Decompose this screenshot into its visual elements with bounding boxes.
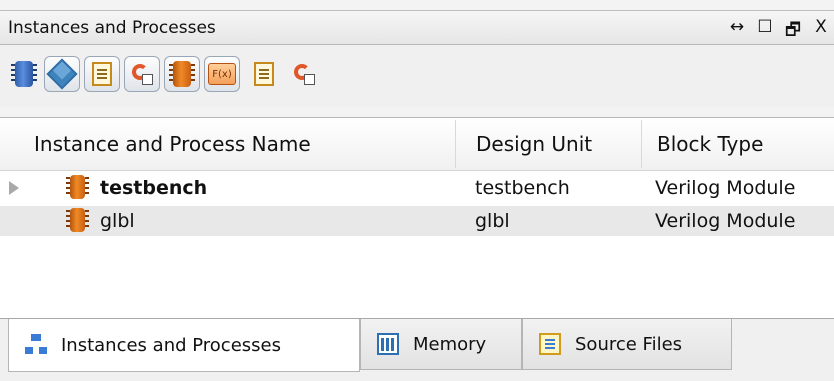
table-row[interactable]: glbl glbl Verilog Module	[0, 206, 834, 236]
refresh-icon	[131, 63, 153, 85]
show-instances-button[interactable]	[164, 56, 200, 92]
memory-icon	[377, 333, 399, 355]
refresh-icon	[293, 63, 315, 85]
open-source-button[interactable]	[246, 56, 282, 92]
column-header-name[interactable]: Instance and Process Name	[34, 132, 311, 156]
restore-icon[interactable]: 🗗	[784, 17, 802, 46]
refresh-button[interactable]	[286, 56, 322, 92]
instances-table: Instance and Process Name Design Unit Bl…	[0, 117, 834, 318]
row-design-unit: testbench	[475, 177, 570, 199]
close-icon[interactable]: X	[812, 17, 830, 46]
tab-instances-and-processes[interactable]: Instances and Processes	[8, 319, 360, 372]
row-instance-name: glbl	[100, 210, 135, 232]
bottom-tab-bar: Instances and Processes Memory Source Fi…	[0, 318, 834, 381]
panel-title: Instances and Processes	[8, 18, 216, 38]
chip-orange-icon	[66, 175, 89, 199]
column-header-design-unit[interactable]: Design Unit	[476, 132, 592, 156]
tab-label: Source Files	[575, 333, 683, 355]
module-chip-blue-icon	[11, 61, 37, 87]
hierarchy-icon	[25, 334, 47, 356]
tab-source-files[interactable]: Source Files	[522, 319, 732, 370]
maximize-icon[interactable]: ☐	[756, 17, 774, 46]
function-icon: F(x)	[208, 63, 236, 85]
show-files-button[interactable]	[84, 56, 120, 92]
chip-orange-icon	[66, 208, 89, 232]
show-modules-button[interactable]	[6, 56, 42, 92]
show-cube-button[interactable]	[44, 56, 80, 92]
tab-label: Instances and Processes	[61, 334, 281, 356]
table-row[interactable]: testbench testbench Verilog Module	[0, 173, 834, 203]
show-functions-button[interactable]: F(x)	[204, 56, 240, 92]
row-design-unit: glbl	[475, 210, 510, 232]
chip-orange-icon	[169, 61, 195, 87]
column-header-block-type[interactable]: Block Type	[657, 132, 763, 156]
cube-icon	[46, 58, 78, 90]
tab-label: Memory	[413, 333, 487, 355]
row-instance-name: testbench	[100, 177, 208, 199]
source-files-icon	[539, 333, 561, 355]
document-icon	[92, 62, 112, 86]
expand-arrow-icon[interactable]	[9, 181, 19, 195]
table-header: Instance and Process Name Design Unit Bl…	[0, 118, 834, 171]
instances-panel: Instances and Processes ↔ ☐ 🗗 X F(x) Ins…	[0, 0, 834, 381]
panel-title-bar: Instances and Processes ↔ ☐ 🗗 X	[0, 10, 834, 45]
move-icon[interactable]: ↔	[728, 17, 746, 46]
row-block-type: Verilog Module	[655, 177, 796, 199]
row-block-type: Verilog Module	[655, 210, 796, 232]
document-icon	[254, 62, 274, 86]
toolbar: F(x)	[0, 45, 834, 107]
tab-memory[interactable]: Memory	[360, 319, 522, 370]
refresh-toggle-button[interactable]	[124, 56, 160, 92]
window-controls: ↔ ☐ 🗗 X	[728, 17, 830, 46]
